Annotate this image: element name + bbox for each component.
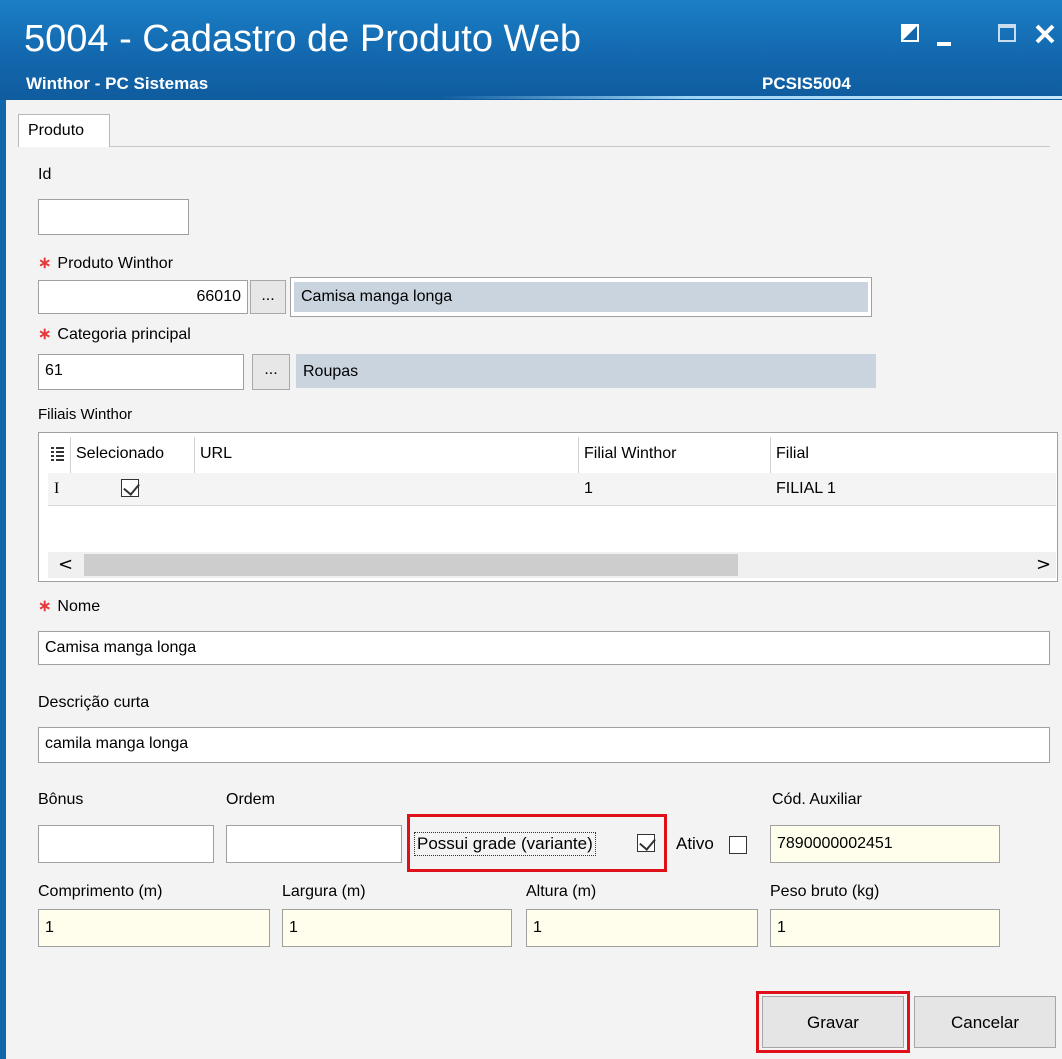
cancel-button[interactable]: Cancelar	[914, 996, 1056, 1048]
ativo-label: Ativo	[676, 834, 714, 853]
window-subtitle: Winthor - PC Sistemas	[26, 74, 209, 93]
tab-divider	[110, 146, 1050, 147]
largura-field[interactable]: 1	[282, 909, 512, 947]
descricao-curta-field[interactable]: camila manga longa	[38, 727, 1050, 763]
row-selecionado-checkbox[interactable]	[121, 479, 139, 497]
comprimento-label: Comprimento (m)	[38, 883, 163, 900]
title-underline	[440, 96, 1062, 99]
nome-field[interactable]: Camisa manga longa	[38, 631, 1050, 665]
close-icon[interactable]	[1032, 22, 1058, 50]
grid-row-divider	[48, 505, 1056, 506]
column-header-filial-winthor[interactable]: Filial Winthor	[580, 437, 676, 471]
system-code: PCSIS5004	[762, 74, 851, 93]
row-filial: FILIAL 1	[776, 480, 836, 497]
window-title: 5004 - Cadastro de Produto Web	[24, 18, 581, 60]
altura-label: Altura (m)	[526, 883, 597, 900]
cod-auxiliar-label: Cód. Auxiliar	[772, 791, 862, 808]
categoria-principal-browse-button[interactable]: ...	[252, 354, 290, 390]
produto-winthor-description: Camisa manga longa	[294, 282, 868, 312]
scroll-right-icon[interactable]: >	[1036, 552, 1051, 578]
scrollbar-thumb[interactable]	[84, 554, 738, 576]
categoria-principal-code-field[interactable]: 61	[38, 354, 244, 390]
row-cursor-icon: I	[54, 480, 60, 497]
scroll-left-icon[interactable]: <	[58, 552, 73, 578]
tab-produto-label: Produto	[28, 122, 85, 139]
ativo-checkbox[interactable]	[729, 836, 747, 854]
categoria-principal-label: Categoria principal	[38, 324, 190, 344]
categoria-principal-description: Roupas	[296, 354, 876, 388]
id-field[interactable]	[38, 199, 189, 235]
id-label: Id	[38, 166, 52, 183]
nome-label: Nome	[38, 596, 100, 616]
produto-winthor-browse-button[interactable]: ...	[250, 280, 286, 314]
peso-bruto-field[interactable]: 1	[770, 909, 1000, 947]
comprimento-field[interactable]: 1	[38, 909, 270, 947]
ordem-field[interactable]	[226, 825, 402, 863]
minimize-icon[interactable]	[933, 22, 957, 50]
save-button[interactable]: Gravar	[762, 996, 904, 1048]
produto-winthor-code-field[interactable]: 66010	[38, 280, 248, 314]
row-filial-winthor: 1	[584, 480, 593, 497]
ordem-label: Ordem	[226, 791, 275, 808]
restore-icon[interactable]	[898, 22, 922, 50]
table-row[interactable]	[48, 473, 1056, 505]
bonus-field[interactable]	[38, 825, 214, 863]
column-header-selecionado[interactable]: Selecionado	[72, 437, 164, 471]
column-header-filial[interactable]: Filial	[772, 437, 809, 471]
altura-field[interactable]: 1	[526, 909, 758, 947]
column-chooser-icon[interactable]	[51, 445, 65, 465]
tab-produto[interactable]: Produto	[18, 114, 110, 147]
bonus-label: Bônus	[38, 791, 84, 808]
peso-bruto-label: Peso bruto (kg)	[770, 883, 880, 900]
cod-auxiliar-field[interactable]: 7890000002451	[770, 825, 1000, 863]
descricao-curta-label: Descrição curta	[38, 694, 150, 711]
filiais-winthor-label: Filiais Winthor	[38, 406, 133, 423]
produto-winthor-label: Produto Winthor	[38, 253, 173, 273]
largura-label: Largura (m)	[282, 883, 366, 900]
possui-grade-checkbox[interactable]	[637, 834, 655, 852]
column-header-url[interactable]: URL	[196, 437, 232, 471]
possui-grade-label[interactable]: Possui grade (variante)	[414, 832, 596, 856]
maximize-icon[interactable]	[995, 22, 1019, 50]
